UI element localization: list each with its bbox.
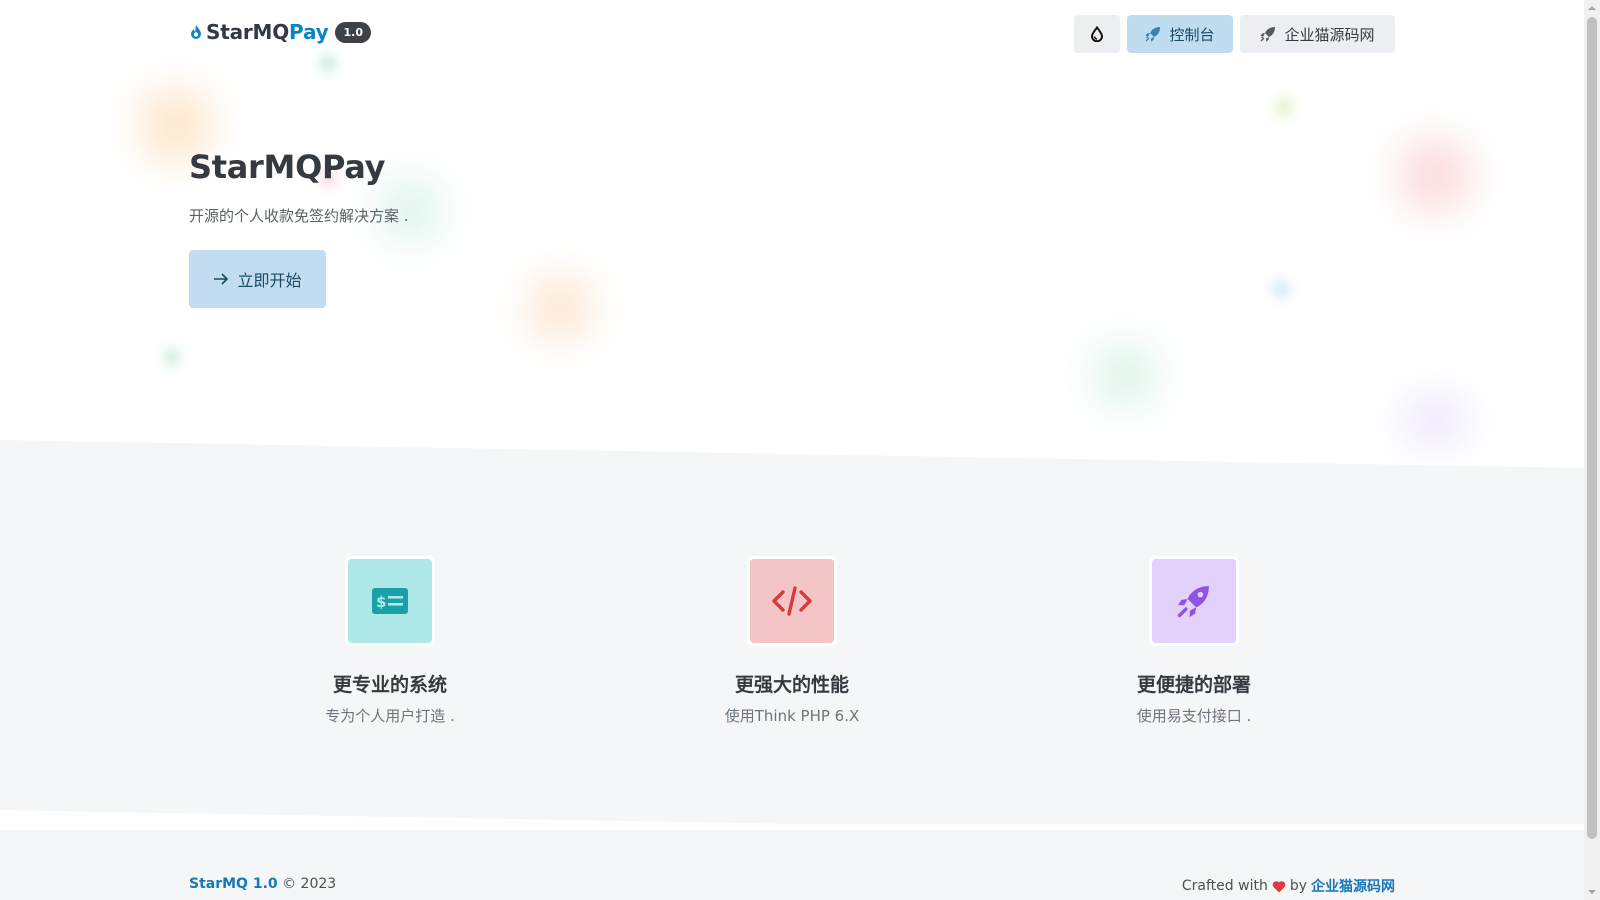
droplet-icon	[1090, 26, 1104, 42]
brand-name: StarMQPay	[206, 20, 329, 44]
scroll-down-icon[interactable]	[1584, 884, 1600, 900]
droplet-logo-icon	[191, 25, 201, 39]
theme-toggle-button[interactable]	[1074, 15, 1120, 53]
scroll-up-icon[interactable]	[1584, 0, 1600, 16]
get-started-button[interactable]: 立即开始	[189, 250, 326, 308]
feature-icon-box	[1152, 559, 1236, 643]
console-label: 控制台	[1169, 25, 1215, 44]
feature-title: 更便捷的部署	[1136, 674, 1251, 696]
arrow-right-icon	[214, 273, 229, 285]
console-button[interactable]: 控制台	[1127, 15, 1233, 53]
feature-desc: 专为个人用户打造 .	[325, 707, 455, 725]
vertical-scrollbar[interactable]	[1584, 0, 1600, 900]
feature-title: 更专业的系统	[332, 674, 447, 696]
rocket-icon	[1260, 27, 1276, 42]
feature-card: 更强大的性能 使用Think PHP 6.X	[591, 556, 993, 726]
footer-copyright: StarMQ 1.0 © 2023	[189, 876, 336, 892]
author-link[interactable]: 企业猫源码网	[1311, 876, 1395, 896]
feature-desc: 使用易支付接口 .	[1136, 707, 1252, 725]
source-site-label: 企业猫源码网	[1284, 25, 1375, 44]
feature-desc: 使用Think PHP 6.X	[724, 707, 860, 725]
money-bill-icon: $	[372, 588, 408, 614]
rocket-icon	[1145, 27, 1161, 42]
svg-text:$: $	[376, 593, 386, 611]
features-row: $ 更专业的系统 专为个人用户打造 . 更强大的性能 使用Think PHP 6…	[189, 556, 1395, 736]
code-icon	[772, 586, 812, 616]
feature-title: 更强大的性能	[734, 674, 849, 696]
page: StarMQPay 1.0 控制台 企业猫源码网 StarMQPay 开源的个人…	[0, 0, 1584, 900]
scroll-thumb[interactable]	[1587, 17, 1597, 839]
by-text: by	[1289, 878, 1307, 894]
feature-icon-box: $	[348, 559, 432, 643]
footer-credits: Crafted with by 企业猫源码网	[1182, 876, 1395, 896]
nav-buttons: 控制台 企业猫源码网	[1074, 15, 1395, 53]
top-navbar: StarMQPay 1.0 控制台 企业猫源码网	[0, 0, 1584, 68]
brand-logo[interactable]: StarMQPay 1.0	[189, 20, 371, 44]
copyright-text: © 2023	[282, 876, 337, 892]
hero-subtitle: 开源的个人收款免签约解决方案 .	[189, 207, 409, 225]
heart-icon	[1272, 880, 1286, 892]
version-badge: 1.0	[335, 21, 371, 43]
rocket-icon	[1177, 586, 1209, 618]
get-started-label: 立即开始	[237, 271, 302, 290]
hero-title: StarMQPay	[189, 148, 386, 186]
hero-section: StarMQPay 开源的个人收款免签约解决方案 . 立即开始	[0, 68, 1584, 468]
feature-card: 更便捷的部署 使用易支付接口 .	[993, 556, 1395, 726]
feature-card: $ 更专业的系统 专为个人用户打造 .	[189, 556, 591, 726]
source-site-button[interactable]: 企业猫源码网	[1240, 15, 1395, 53]
crafted-text: Crafted with	[1181, 878, 1268, 894]
footer-brand-link[interactable]: StarMQ 1.0	[189, 876, 278, 892]
feature-icon-box	[750, 559, 834, 643]
